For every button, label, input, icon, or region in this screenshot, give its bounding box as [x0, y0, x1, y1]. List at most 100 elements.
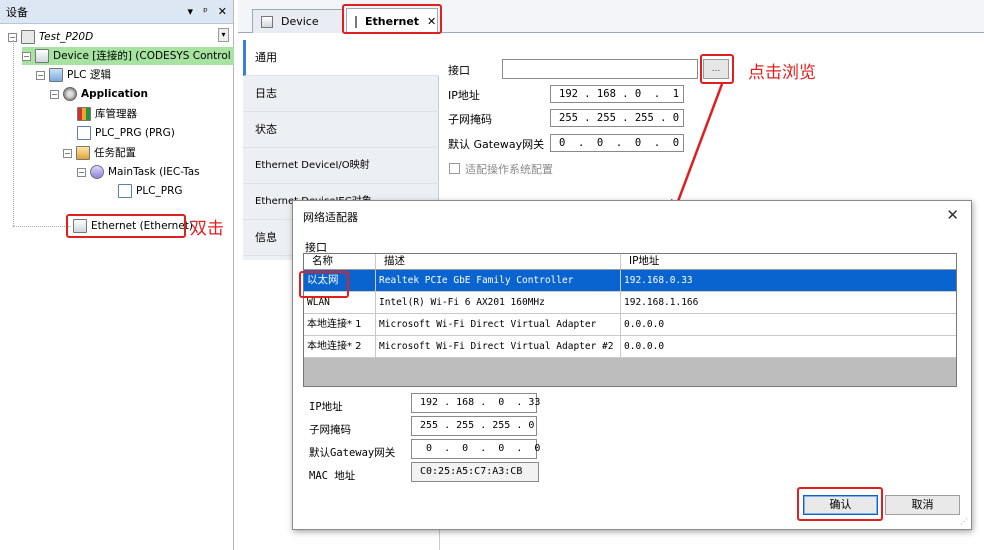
- dialog-close-icon[interactable]: ✕: [946, 206, 959, 224]
- dialog-gateway-label: 默认Gateway网关: [309, 447, 396, 459]
- interface-input[interactable]: [502, 59, 698, 79]
- column-header-ip[interactable]: IP地址: [621, 254, 956, 269]
- os-config-checkbox[interactable]: [449, 163, 460, 174]
- general-settings: 接口 ... IP地址 192 . 168 . 0 . 1 子网掩码 255 .…: [440, 40, 984, 220]
- tree-label: Ethernet (Ethernet): [91, 220, 193, 232]
- editor-tab-bar: Device Ethernet ✕: [238, 0, 984, 34]
- cell-ip: 192.168.0.33: [624, 275, 693, 286]
- device-panel-title: 设备: [6, 5, 28, 19]
- program-icon: [77, 126, 91, 140]
- task-config-icon: [76, 146, 90, 160]
- tree-item-plc-prg-call[interactable]: PLC_PRG: [118, 182, 183, 200]
- nav-general[interactable]: 通用: [243, 40, 439, 76]
- ip-address-field[interactable]: 192 . 168 . 0 . 1: [550, 85, 684, 103]
- nav-status[interactable]: 状态: [243, 112, 439, 148]
- tree-label: Application: [81, 88, 148, 100]
- tree-dropdown-icon[interactable]: ▾: [218, 28, 229, 42]
- tree-item-plc-prg[interactable]: PLC_PRG (PRG): [77, 124, 175, 142]
- tab-device[interactable]: Device: [252, 9, 344, 33]
- device-icon: [35, 49, 49, 63]
- program-call-icon: [118, 184, 132, 198]
- collapse-icon[interactable]: −: [22, 51, 31, 61]
- tree-label: MainTask (IEC-Tas: [108, 166, 200, 178]
- tab-close-icon[interactable]: ✕: [427, 15, 436, 28]
- cell-ip: 192.168.1.166: [624, 297, 699, 308]
- ethernet-tab-icon: [355, 15, 357, 28]
- network-adapter-dialog: 网络适配器 ✕ 接口 名称 描述 IP地址 以太网 Realtek PCIe G…: [292, 200, 972, 530]
- table-header: 名称 描述 IP地址: [304, 254, 956, 270]
- tree-item-device[interactable]: − Device [连接的] (CODESYS Control: [22, 47, 234, 65]
- tree-item-task-config[interactable]: − 任务配置: [63, 144, 136, 162]
- tab-ethernet[interactable]: Ethernet ✕: [346, 8, 438, 34]
- annotation-click-browse: 点击浏览: [748, 63, 816, 83]
- ethernet-device-icon: [73, 219, 87, 233]
- dialog-mac-field: C0:25:A5:C7:A3:CB: [411, 462, 539, 482]
- dropdown-icon[interactable]: ▾: [188, 5, 194, 18]
- nav-io-mapping[interactable]: Ethernet DeviceI/O映射: [243, 148, 439, 184]
- project-icon: [21, 30, 35, 44]
- ip-label: IP地址: [448, 89, 480, 102]
- resize-grip-icon[interactable]: ⋰: [960, 517, 968, 526]
- tree-label: Device [连接的] (CODESYS Control: [53, 50, 231, 62]
- cell-description: Intel(R) Wi-Fi 6 AX201 160MHz: [376, 292, 621, 313]
- table-row[interactable]: WLAN Intel(R) Wi-Fi 6 AX201 160MHz 192.1…: [304, 292, 956, 314]
- column-header-name[interactable]: 名称: [304, 254, 376, 269]
- cell-description: Microsoft Wi-Fi Direct Virtual Adapter: [376, 314, 621, 335]
- dialog-title: 网络适配器: [303, 211, 358, 224]
- device-tree-panel: 设备 ▾ ᵖ ✕ ▾ − Test_P20D − Device [连接的] (C…: [0, 0, 234, 550]
- plc-logic-icon: [49, 68, 63, 82]
- collapse-icon[interactable]: −: [50, 89, 59, 99]
- table-row[interactable]: 本地连接* 1 Microsoft Wi-Fi Direct Virtual A…: [304, 314, 956, 336]
- dialog-gateway-field[interactable]: 0 . 0 . 0 . 0: [411, 439, 540, 459]
- gateway-label: 默认 Gateway网关: [448, 138, 545, 151]
- pin-icon[interactable]: ᵖ: [203, 5, 208, 18]
- subnet-mask-field[interactable]: 255 . 255 . 255 . 0: [550, 109, 684, 127]
- tree-label: 任务配置: [94, 147, 136, 159]
- tree-label: PLC_PRG (PRG): [95, 127, 175, 139]
- tree-label: 库管理器: [95, 108, 137, 120]
- gateway-field[interactable]: 0 . 0 . 0 . 0: [550, 134, 684, 152]
- task-icon: [90, 165, 104, 179]
- table-row[interactable]: 以太网 Realtek PCIe GbE Family Controller 1…: [304, 270, 956, 292]
- dialog-ip-field[interactable]: 192 . 168 . 0 . 33: [411, 393, 540, 413]
- dialog-mac-label: MAC 地址: [309, 470, 356, 482]
- tree-label: PLC_PRG: [136, 185, 183, 197]
- os-config-label: 适配操作系统配置: [465, 163, 553, 176]
- collapse-icon[interactable]: −: [63, 148, 72, 158]
- cell-name: 本地连接* 1: [304, 314, 376, 335]
- cell-name: 本地连接* 2: [304, 336, 376, 357]
- device-tab-icon: [261, 15, 273, 28]
- annotation-double-click: 双击: [190, 219, 224, 239]
- tree-label: PLC 逻辑: [67, 69, 111, 81]
- cell-description: Realtek PCIe GbE Family Controller: [376, 270, 621, 291]
- tree-item-plc-logic[interactable]: − PLC 逻辑: [36, 66, 111, 84]
- dialog-mask-label: 子网掩码: [309, 424, 351, 436]
- tree-item-application[interactable]: − Application: [50, 85, 148, 103]
- cell-ip: 0.0.0.0: [624, 319, 665, 330]
- collapse-icon[interactable]: −: [36, 70, 45, 80]
- table-row[interactable]: 本地连接* 2 Microsoft Wi-Fi Direct Virtual A…: [304, 336, 956, 358]
- cancel-button[interactable]: 取消: [885, 495, 960, 515]
- application-gear-icon: [63, 87, 77, 101]
- tab-label: Ethernet: [365, 15, 420, 28]
- tree-guide-line: [13, 40, 14, 226]
- tree-item-ethernet[interactable]: Ethernet (Ethernet): [73, 217, 193, 235]
- codesys-window: 设备 ▾ ᵖ ✕ ▾ − Test_P20D − Device [连接的] (C…: [0, 0, 984, 550]
- ok-button[interactable]: 确认: [803, 495, 878, 515]
- dialog-mask-field[interactable]: 255 . 255 . 255 . 0: [411, 416, 537, 436]
- subnet-mask-label: 子网掩码: [448, 113, 492, 126]
- tree-item-maintask[interactable]: − MainTask (IEC-Tas: [77, 163, 234, 181]
- column-header-description[interactable]: 描述: [376, 254, 621, 269]
- tree-item-project[interactable]: − Test_P20D: [8, 28, 93, 46]
- tree-guide-line: [13, 226, 71, 227]
- cell-ip: 0.0.0.0: [624, 341, 665, 352]
- library-icon: [77, 107, 91, 121]
- interface-label: 接口: [448, 64, 470, 77]
- tree-item-library-manager[interactable]: 库管理器: [77, 105, 137, 123]
- close-icon[interactable]: ✕: [218, 5, 227, 18]
- collapse-icon[interactable]: −: [77, 167, 86, 177]
- nav-log[interactable]: 日志: [243, 76, 439, 112]
- adapter-table: 名称 描述 IP地址 以太网 Realtek PCIe GbE Family C…: [303, 253, 957, 387]
- cell-description: Microsoft Wi-Fi Direct Virtual Adapter #…: [376, 336, 621, 357]
- browse-button[interactable]: ...: [703, 59, 729, 79]
